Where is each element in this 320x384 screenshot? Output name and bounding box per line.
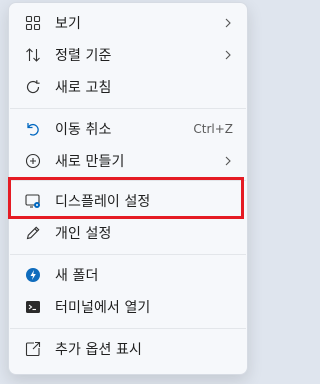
menu-item-label: 개인 설정 [55,226,112,242]
menu-item-label: 새로 고침 [55,80,112,96]
terminal-icon [25,299,41,315]
menu-item-display-settings[interactable]: 디스플레이 설정 [15,185,243,217]
chevron-right-icon [221,16,235,30]
plus-circle-icon [25,153,41,169]
menu-item-label: 디스플레이 설정 [55,194,151,210]
grid-icon [25,15,41,31]
menu-item-refresh[interactable]: 새로 고침 [15,71,243,103]
context-menu: 보기 정렬 기준 새로 고침 이동 취소 Ctrl+Z 새로 만들기 디스플레이… [8,2,248,375]
menu-item-new-folder[interactable]: 새 폴더 [15,259,243,291]
separator [10,180,246,181]
shortcut-label: Ctrl+Z [193,122,233,136]
menu-item-label: 새로 만들기 [55,154,125,170]
menu-item-label: 이동 취소 [55,122,112,138]
display-settings-icon [25,193,41,209]
more-options-icon [25,341,41,357]
separator [10,254,246,255]
menu-item-personalize[interactable]: 개인 설정 [15,217,243,249]
menu-item-label: 정렬 기준 [55,48,112,64]
sort-icon [25,47,41,63]
menu-item-view[interactable]: 보기 [15,7,243,39]
new-folder-icon [25,267,41,283]
separator [10,108,246,109]
menu-item-show-more-options[interactable]: 추가 옵션 표시 [15,333,243,365]
menu-item-new[interactable]: 새로 만들기 [15,145,243,177]
separator [10,328,246,329]
menu-item-open-in-terminal[interactable]: 터미널에서 열기 [15,291,243,323]
menu-item-label: 터미널에서 열기 [55,300,151,316]
menu-item-sort-by[interactable]: 정렬 기준 [15,39,243,71]
chevron-right-icon [221,154,235,168]
menu-item-label: 보기 [55,16,81,32]
pencil-icon [25,225,41,241]
chevron-right-icon [221,48,235,62]
menu-item-undo-move[interactable]: 이동 취소 Ctrl+Z [15,113,243,145]
refresh-icon [25,79,41,95]
undo-icon [25,121,41,137]
menu-item-label: 새 폴더 [55,268,99,284]
menu-item-label: 추가 옵션 표시 [55,342,142,358]
